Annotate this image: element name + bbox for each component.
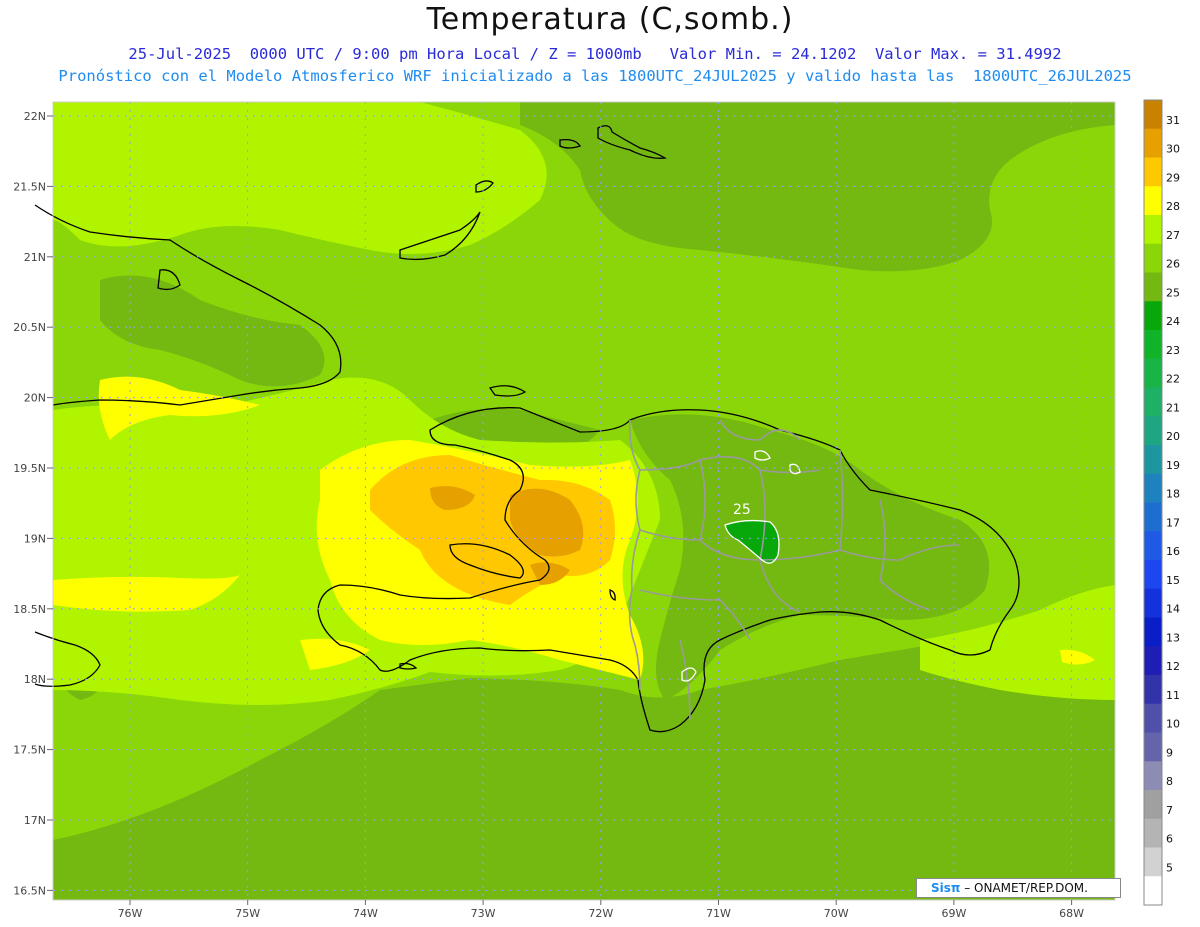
- colorbar-swatch: [1144, 100, 1162, 130]
- colorbar-swatch: [1144, 243, 1162, 273]
- colorbar-swatch: [1144, 818, 1162, 848]
- colorbar-level-label: 19: [1166, 459, 1180, 472]
- colorbar-swatch: [1144, 675, 1162, 705]
- colorbar-level-label: 6: [1166, 833, 1173, 846]
- colorbar-level-label: 25: [1166, 286, 1180, 299]
- lon-tick-label: 75W: [235, 907, 260, 920]
- colorbar-swatch: [1144, 157, 1162, 187]
- lat-tick-label: 19.5N: [13, 462, 46, 475]
- colorbar-level-label: 11: [1166, 689, 1180, 702]
- colorbar-swatch: [1144, 761, 1162, 791]
- colorbar-level-label: 22: [1166, 373, 1180, 386]
- colorbar-level-label: 10: [1166, 718, 1180, 731]
- colorbar-swatch: [1144, 358, 1162, 388]
- colorbar-swatch: [1144, 502, 1162, 532]
- colorbar-swatch: [1144, 301, 1162, 331]
- colorbar-swatch: [1144, 473, 1162, 503]
- colorbar: 31 30 29 28 27 26 25 24 23 22 21 20 19 18 17 16 15 14 13 12…: [1143, 99, 1180, 906]
- lat-tick-label: 20.5N: [13, 321, 46, 334]
- colorbar-swatch: [1144, 330, 1162, 360]
- lat-tick-label: 21N: [24, 251, 46, 264]
- colorbar-level-label: 5: [1166, 861, 1173, 874]
- colorbar-swatch: [1144, 588, 1162, 618]
- colorbar-swatch: [1144, 445, 1162, 475]
- lon-tick-label: 70W: [824, 907, 849, 920]
- lat-tick-label: 18.5N: [13, 603, 46, 616]
- colorbar-level-label: 18: [1166, 488, 1180, 501]
- lat-tick-label: 18N: [24, 673, 46, 686]
- credit-org: – ONAMET/REP.DOM.: [964, 881, 1088, 895]
- colorbar-swatch: [1144, 272, 1162, 302]
- colorbar-level-label: 24: [1166, 315, 1180, 328]
- lon-tick-label: 73W: [471, 907, 496, 920]
- colorbar-level-label: 13: [1166, 631, 1180, 644]
- colorbar-level-label: 20: [1166, 430, 1180, 443]
- lat-tick-label: 16.5N: [13, 884, 46, 897]
- temperature-field: [53, 102, 1115, 900]
- lat-tick-label: 21.5N: [13, 180, 46, 193]
- colorbar-level-label: 7: [1166, 804, 1173, 817]
- colorbar-level-label: 8: [1166, 775, 1173, 788]
- lon-tick-label: 74W: [353, 907, 378, 920]
- colorbar-swatch: [1144, 617, 1162, 647]
- colorbar-swatch: [1144, 387, 1162, 417]
- colorbar-level-label: 16: [1166, 545, 1180, 558]
- lon-tick-label: 72W: [588, 907, 613, 920]
- lat-tick-label: 17N: [24, 814, 46, 827]
- colorbar-swatch: [1144, 876, 1162, 906]
- contour-value-label: 25: [733, 502, 751, 518]
- colorbar-level-label: 15: [1166, 574, 1180, 587]
- lon-tick-label: 76W: [118, 907, 143, 920]
- colorbar-level-label: 12: [1166, 660, 1180, 673]
- colorbar-level-label: 21: [1166, 401, 1180, 414]
- colorbar-swatch: [1144, 732, 1162, 762]
- colorbar-swatch: [1144, 416, 1162, 446]
- colorbar-level-label: 26: [1166, 258, 1180, 271]
- colorbar-swatch: [1144, 646, 1162, 676]
- lon-tick-label: 68W: [1059, 907, 1084, 920]
- colorbar-swatch: [1144, 215, 1162, 245]
- colorbar-swatch: [1144, 847, 1162, 877]
- colorbar-swatch: [1144, 186, 1162, 216]
- temperature-map: 25 22N 21.5N 21N 20.5N 20N 19.5N 19N 18.5N 18N 17…: [13, 99, 1180, 920]
- field-27c-north-band: [53, 102, 547, 254]
- colorbar-level-label: 17: [1166, 516, 1180, 529]
- colorbar-swatch: [1144, 560, 1162, 590]
- colorbar-swatch: [1144, 531, 1162, 561]
- colorbar-level-label: 23: [1166, 344, 1180, 357]
- colorbar-swatch: [1144, 128, 1162, 158]
- lat-tick-label: 17.5N: [13, 744, 46, 757]
- credit-brand: Sisπ: [931, 881, 961, 895]
- colorbar-swatch: [1144, 703, 1162, 733]
- colorbar-level-label: 14: [1166, 603, 1180, 616]
- colorbar-level-label: 27: [1166, 229, 1180, 242]
- latitude-axis: 22N 21.5N 21N 20.5N 20N 19.5N 19N 18.5N 18N 17.5N…: [13, 110, 53, 897]
- longitude-axis: 76W 75W 74W 73W 72W 71W 70W 69W 68W: [118, 900, 1084, 920]
- colorbar-level-label: 28: [1166, 200, 1180, 213]
- lat-tick-label: 19N: [24, 532, 46, 545]
- credit-box: Sisπ – ONAMET/REP.DOM.: [916, 878, 1121, 898]
- colorbar-level-label: 31: [1166, 114, 1180, 127]
- lat-tick-label: 22N: [24, 110, 46, 123]
- colorbar-level-label: 9: [1166, 746, 1173, 759]
- colorbar-swatch: [1144, 790, 1162, 820]
- colorbar-level-label: 29: [1166, 171, 1180, 184]
- lat-tick-label: 20N: [24, 392, 46, 405]
- lon-tick-label: 69W: [941, 907, 966, 920]
- colorbar-level-label: 30: [1166, 143, 1180, 156]
- lon-tick-label: 71W: [706, 907, 731, 920]
